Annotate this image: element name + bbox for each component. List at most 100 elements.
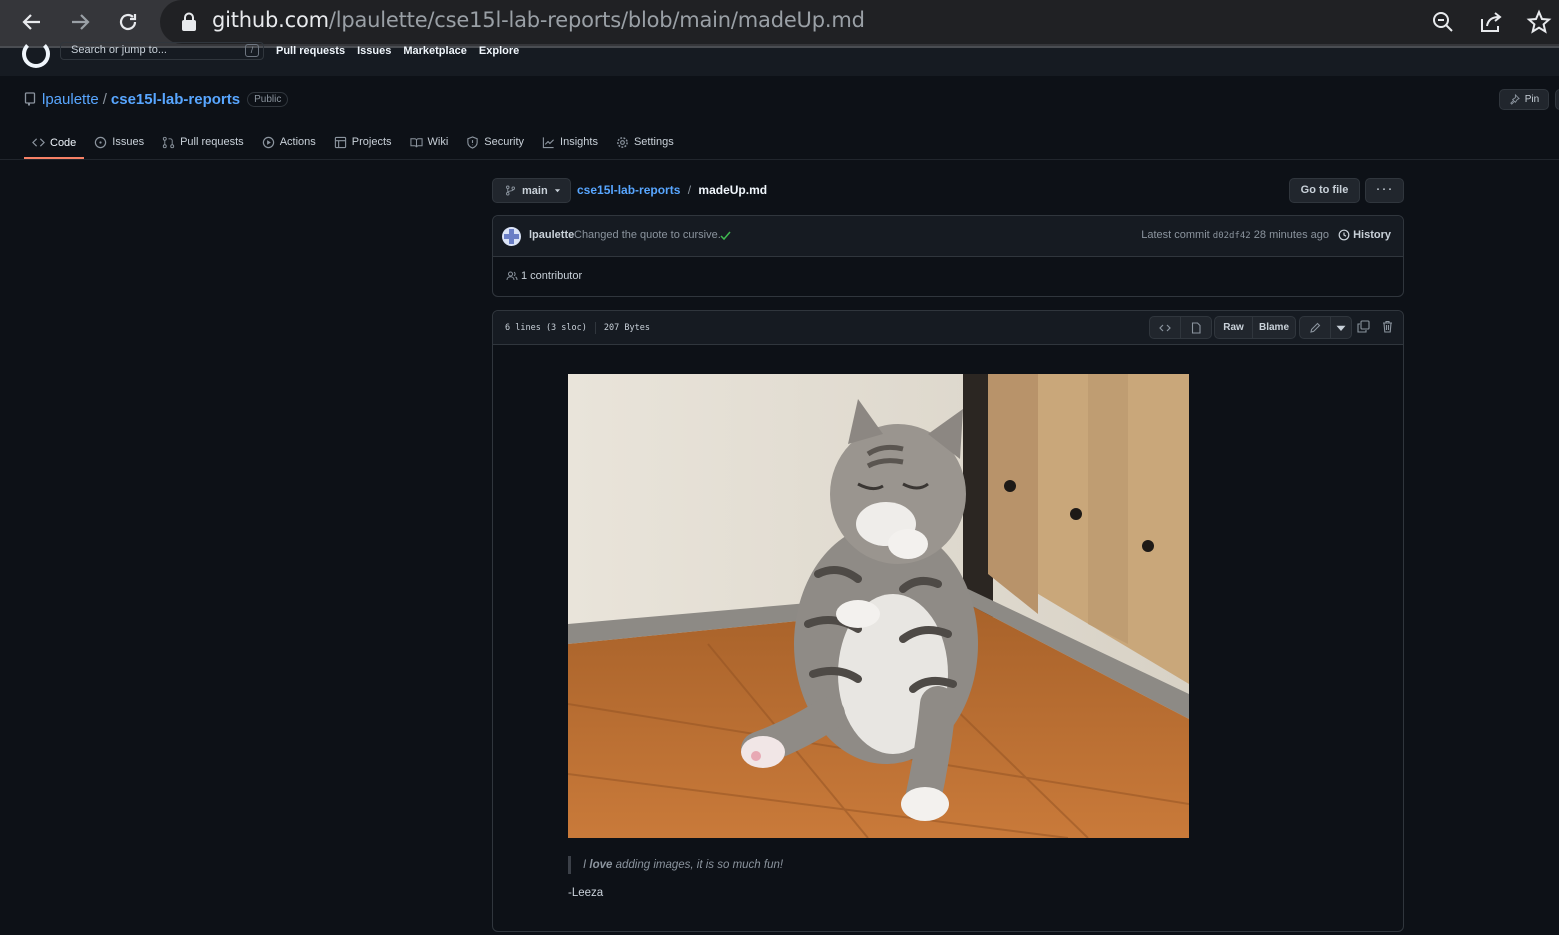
star-icon[interactable] xyxy=(1526,9,1552,35)
pull-request-icon xyxy=(162,136,175,148)
zoom-icon[interactable] xyxy=(1430,9,1456,35)
pin-icon xyxy=(1509,94,1520,105)
tab-security[interactable]: Security xyxy=(458,128,532,156)
people-icon xyxy=(506,271,518,281)
edit-options-button[interactable] xyxy=(1330,316,1352,339)
tab-projects[interactable]: Projects xyxy=(326,128,400,156)
contributors-count: 1 contributor xyxy=(521,270,583,282)
url-text[interactable]: github.com/lpaulette/cse15l-lab-reports/… xyxy=(212,8,865,32)
cat-image xyxy=(568,374,1189,838)
tab-insights[interactable]: Insights xyxy=(534,128,606,156)
reload-icon xyxy=(119,13,137,31)
breadcrumb: cse15l-lab-reports / madeUp.md xyxy=(577,183,767,197)
pin-button[interactable]: Pin xyxy=(1499,89,1549,110)
arrow-left-icon xyxy=(22,14,40,30)
history-link[interactable]: History xyxy=(1338,229,1391,241)
issue-icon xyxy=(95,136,107,148)
branch-select-button[interactable]: main xyxy=(492,178,571,203)
tab-actions-label: Actions xyxy=(279,136,316,148)
file-icon xyxy=(1191,321,1201,334)
go-to-file-button[interactable]: Go to file xyxy=(1289,178,1360,203)
breadcrumb-separator: / xyxy=(687,183,692,197)
check-icon[interactable] xyxy=(719,229,732,242)
tabs-divider xyxy=(0,159,1559,160)
pencil-icon xyxy=(1310,322,1321,333)
nav-explore[interactable]: Explore xyxy=(479,45,519,57)
breadcrumb-repo-link[interactable]: cse15l-lab-reports xyxy=(577,183,680,197)
commit-header: lpaulette Changed the quote to cursive. … xyxy=(493,216,1403,257)
edit-button[interactable] xyxy=(1299,316,1331,339)
repo-owner-link[interactable]: lpaulette xyxy=(42,91,99,108)
search-shortcut-key: / xyxy=(245,44,259,57)
tab-pull-requests-label: Pull requests xyxy=(180,136,244,148)
breadcrumb-file: madeUp.md xyxy=(698,183,768,197)
tab-projects-label: Projects xyxy=(351,136,392,148)
arrow-right-icon xyxy=(72,14,90,30)
signature-text: -Leeza xyxy=(568,887,604,899)
copy-icon[interactable] xyxy=(1357,320,1370,333)
more-options-button[interactable]: ··· xyxy=(1365,178,1404,203)
history-icon xyxy=(1338,229,1350,241)
github-logo-icon[interactable] xyxy=(22,40,50,68)
commit-author-link[interactable]: lpaulette xyxy=(529,229,574,241)
quote-text-end: adding images, it is so much fun! xyxy=(612,859,784,871)
tab-settings-label: Settings xyxy=(633,136,674,148)
repo-tabs: Code Issues Pull requests Actions Projec… xyxy=(24,128,684,160)
nav-marketplace[interactable]: Marketplace xyxy=(403,45,467,57)
branch-icon xyxy=(506,185,515,196)
browser-toolbar: github.com/lpaulette/cse15l-lab-reports/… xyxy=(0,0,1559,48)
display-rendered-button[interactable] xyxy=(1180,316,1212,339)
avatar[interactable] xyxy=(502,227,521,246)
pin-label: Pin xyxy=(1524,94,1540,105)
tab-code-label: Code xyxy=(50,136,77,149)
repo-icon xyxy=(24,92,36,106)
history-label: History xyxy=(1353,229,1391,241)
file-lines: 6 lines (3 sloc) xyxy=(505,323,587,333)
lock-icon xyxy=(182,12,196,31)
share-icon[interactable] xyxy=(1478,9,1504,35)
repo-name-link[interactable]: cse15l-lab-reports xyxy=(111,91,240,108)
file-size: 207 Bytes xyxy=(603,323,650,333)
back-button[interactable] xyxy=(14,6,50,38)
repo-title: lpaulette / cse15l-lab-reports Public xyxy=(24,88,289,110)
forward-button[interactable] xyxy=(62,6,98,38)
shield-icon xyxy=(467,135,478,149)
watch-button[interactable] xyxy=(1555,89,1559,110)
repo-separator: / xyxy=(102,90,107,108)
table-icon xyxy=(334,136,346,148)
visibility-badge: Public xyxy=(247,91,289,107)
nav-issues[interactable]: Issues xyxy=(357,45,391,57)
tab-pull-requests[interactable]: Pull requests xyxy=(154,128,252,156)
display-source-button[interactable] xyxy=(1149,316,1181,339)
blame-button[interactable]: Blame xyxy=(1252,316,1296,339)
raw-button[interactable]: Raw xyxy=(1214,316,1253,339)
latest-commit-label: Latest commit xyxy=(1141,229,1210,241)
latest-commit-info: Latest commit d02df42 28 minutes ago xyxy=(1141,229,1329,241)
trash-icon[interactable] xyxy=(1381,320,1394,333)
tab-issues[interactable]: Issues xyxy=(86,128,152,156)
header-nav: Pull requests Issues Marketplace Explore xyxy=(276,45,519,57)
reload-button[interactable] xyxy=(110,6,146,38)
tab-issues-label: Issues xyxy=(112,136,145,148)
file-info: 6 lines (3 sloc) 207 Bytes xyxy=(505,322,650,334)
tab-wiki-label: Wiki xyxy=(427,136,449,148)
contributors-link[interactable]: 1 contributor xyxy=(506,270,582,282)
nav-pull-requests[interactable]: Pull requests xyxy=(276,45,345,57)
tab-code[interactable]: Code xyxy=(24,128,85,159)
tab-security-label: Security xyxy=(484,136,525,148)
search-input[interactable]: Search or jump to... / xyxy=(60,42,264,60)
tab-settings[interactable]: Settings xyxy=(608,128,682,156)
commit-sha-link[interactable]: d02df42 xyxy=(1213,231,1251,241)
search-placeholder: Search or jump to... xyxy=(71,44,167,56)
commit-time: 28 minutes ago xyxy=(1253,229,1329,241)
code-icon xyxy=(1159,324,1171,331)
tab-wiki[interactable]: Wiki xyxy=(402,128,457,156)
file-header: 6 lines (3 sloc) 207 Bytes Raw Blame xyxy=(493,311,1403,345)
file-info-divider xyxy=(594,322,596,334)
quote-bold-text: love xyxy=(589,859,613,871)
latest-commit-box: lpaulette Changed the quote to cursive. … xyxy=(492,215,1404,297)
tab-actions[interactable]: Actions xyxy=(254,128,324,156)
caret-down-icon xyxy=(554,189,560,193)
commit-message-link[interactable]: Changed the quote to cursive. xyxy=(574,229,721,241)
caret-down-icon xyxy=(1336,325,1346,331)
